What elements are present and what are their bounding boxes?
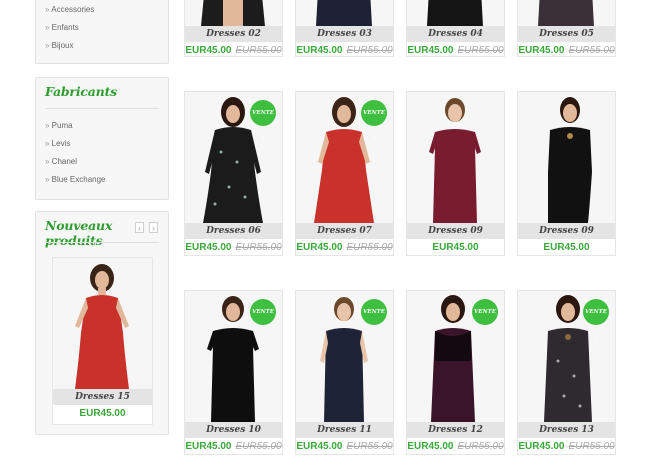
product-old-price: EUR55.00 [235,441,282,452]
product-name[interactable]: Dresses 12 [407,422,504,438]
product-name[interactable]: Dresses 05 [518,26,615,42]
product-image[interactable] [518,0,615,26]
product-old-price: EUR55.00 [568,45,615,56]
chevron-right-icon: › [152,224,155,233]
chevron-left-icon: ‹ [138,224,141,233]
product-price-row: EUR45.00 EUR55.00 [407,44,504,56]
product-card[interactable]: VENTE ! Dresses 13 EUR45.00 EUR55.00 [517,290,616,455]
product-price-row: EUR45.00 EUR55.00 [185,241,282,255]
product-old-price: EUR55.00 [235,242,282,253]
product-price: EUR45.00 [432,242,479,253]
product-price: EUR45.00 [296,45,343,56]
product-price: EUR45.00 [518,45,565,56]
product-card[interactable]: VENTE ! Dresses 11 EUR45.00 EUR55.00 [295,290,394,455]
product-name[interactable]: Dresses 02 [185,26,282,42]
product-price: EUR45.00 [518,441,565,452]
product-old-price: EUR55.00 [568,441,615,452]
sale-badge: VENTE ! [361,100,387,142]
manufacturer-item-chanel[interactable]: Chanel [45,153,106,171]
product-image[interactable] [296,0,393,26]
product-card[interactable]: Dresses 09 EUR45.00 [406,91,505,256]
product-image[interactable] [518,92,615,223]
product-old-price: EUR55.00 [346,242,393,253]
product-price-row: EUR45.00 EUR55.00 [296,241,393,255]
product-card[interactable]: Dresses 02 EUR45.00 EUR55.00 [184,0,283,57]
product-old-price: EUR55.00 [457,441,504,452]
sale-badge: VENTE ! [361,299,387,341]
product-price-row: EUR45.00 EUR55.00 [296,440,393,454]
product-name[interactable]: Dresses 09 [407,223,504,239]
product-card[interactable]: Dresses 03 EUR45.00 EUR55.00 [295,0,394,57]
categories-box: Accessories Enfants Bijoux [35,0,169,64]
product-card[interactable]: Dresses 04 EUR45.00 EUR55.00 [406,0,505,57]
product-name[interactable]: Dresses 03 [296,26,393,42]
sale-badge: VENTE ! [583,299,609,341]
sale-badge: VENTE ! [250,299,276,341]
product-card[interactable]: Dresses 09 EUR45.00 [517,91,616,256]
carousel-prev-button[interactable]: ‹ [135,222,144,233]
carousel-next-button[interactable]: › [149,222,158,233]
new-products-box: Nouveaux produits ‹ › Dresses 15 EUR45.0… [35,211,169,435]
product-old-price: EUR55.00 [457,45,504,56]
product-price-row: EUR45.00 [53,407,152,421]
product-price-row: EUR45.00 EUR55.00 [518,44,615,56]
product-name[interactable]: Dresses 13 [518,422,615,438]
category-item-accessories[interactable]: Accessories [45,1,94,19]
product-old-price: EUR55.00 [346,441,393,452]
manufacturer-item-puma[interactable]: Puma [45,117,106,135]
product-price: EUR45.00 [185,45,232,56]
product-card[interactable]: VENTE ! Dresses 10 EUR45.00 EUR55.00 [184,290,283,455]
product-price: EUR45.00 [407,441,454,452]
product-name[interactable]: Dresses 11 [296,422,393,438]
product-old-price: EUR55.00 [235,45,282,56]
manufacturer-item-levis[interactable]: Levis [45,135,106,153]
manufacturers-box: Fabricants Puma Levis Chanel Blue Exchan… [35,77,169,200]
product-name[interactable]: Dresses 15 [53,389,152,405]
product-price: EUR45.00 [185,242,232,253]
product-price-row: EUR45.00 EUR55.00 [407,440,504,454]
product-price: EUR45.00 [296,242,343,253]
new-product-card[interactable]: Dresses 15 EUR45.00 [52,257,153,425]
product-price-row: EUR45.00 EUR55.00 [185,440,282,454]
product-name[interactable]: Dresses 09 [518,223,615,239]
manufacturer-list: Puma Levis Chanel Blue Exchange [45,117,106,189]
product-old-price: EUR55.00 [346,45,393,56]
category-list: Accessories Enfants Bijoux [45,1,94,55]
product-price-row: EUR45.00 EUR55.00 [296,44,393,56]
product-price: EUR45.00 [185,441,232,452]
product-price: EUR45.00 [543,242,590,253]
product-image[interactable] [185,0,282,26]
product-price-row: EUR45.00 [407,241,504,255]
manufacturer-item-blue-exchange[interactable]: Blue Exchange [45,171,106,189]
sale-badge: VENTE ! [250,100,276,142]
product-image[interactable] [53,258,152,389]
new-products-divider [45,242,159,243]
product-name[interactable]: Dresses 04 [407,26,504,42]
product-card[interactable]: VENTE ! Dresses 06 EUR45.00 EUR55.00 [184,91,283,256]
product-name[interactable]: Dresses 06 [185,223,282,239]
product-name[interactable]: Dresses 10 [185,422,282,438]
product-price: EUR45.00 [407,45,454,56]
sale-badge: VENTE ! [472,299,498,341]
product-price-row: EUR45.00 [518,241,615,255]
category-item-bijoux[interactable]: Bijoux [45,37,94,55]
product-name[interactable]: Dresses 07 [296,223,393,239]
product-card[interactable]: Dresses 05 EUR45.00 EUR55.00 [517,0,616,57]
product-image[interactable] [407,92,504,223]
product-price-row: EUR45.00 EUR55.00 [518,440,615,454]
product-card[interactable]: VENTE ! Dresses 07 EUR45.00 EUR55.00 [295,91,394,256]
product-card[interactable]: VENTE ! Dresses 12 EUR45.00 EUR55.00 [406,290,505,455]
manufacturers-title: Fabricants [45,84,117,99]
product-price-row: EUR45.00 EUR55.00 [185,44,282,56]
manufacturers-divider [45,108,159,109]
product-image[interactable] [407,0,504,26]
product-price: EUR45.00 [296,441,343,452]
product-price: EUR45.00 [79,408,126,419]
category-item-enfants[interactable]: Enfants [45,19,94,37]
